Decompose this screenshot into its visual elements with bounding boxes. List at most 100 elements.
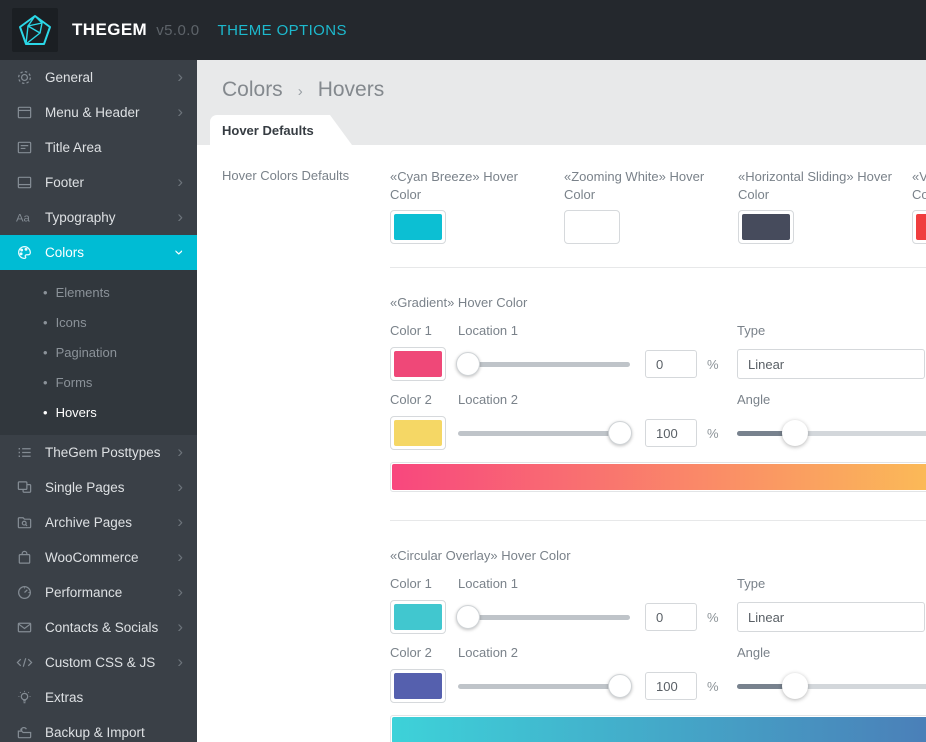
gradient-color1-swatch[interactable] [390, 347, 446, 381]
sidebar-item-label: Colors [45, 245, 85, 260]
sidebar-item-archive-pages[interactable]: Archive Pages › [0, 505, 197, 540]
sidebar-item-general[interactable]: General › [0, 60, 197, 95]
sidebar-subitem-forms[interactable]: • Forms [0, 367, 197, 397]
circular-overlay-section: «Circular Overlay» Hover Color Color 1 L… [390, 548, 926, 742]
sidebar-item-label: Contacts & Socials [45, 620, 159, 635]
sidebar-item-label: Typography [45, 210, 116, 225]
sidebar-item-thegem-posttypes[interactable]: TheGem Posttypes › [0, 435, 197, 470]
color-swatch-zooming-white[interactable] [564, 210, 620, 244]
bullet-icon: • [43, 404, 48, 420]
percent-sign: % [707, 678, 719, 694]
slider-handle[interactable] [608, 421, 632, 445]
list-icon [15, 443, 34, 462]
circular-type-select[interactable]: Linear [737, 602, 925, 632]
theme-options-link[interactable]: THEME OPTIONS [218, 22, 347, 39]
chevron-right-icon: › [177, 102, 183, 121]
tab-bar: Hover Defaults [197, 115, 926, 145]
shopping-bag-icon [15, 548, 34, 567]
location2-slider[interactable] [458, 672, 632, 700]
section-title: «Gradient» Hover Color [390, 295, 528, 310]
sidebar-item-single-pages[interactable]: Single Pages › [0, 470, 197, 505]
sidebar-item-typography[interactable]: Aa Typography › [0, 200, 197, 235]
gradient-preview [390, 462, 926, 492]
color1-label: Color 1 [390, 576, 432, 591]
circular-color2-swatch[interactable] [390, 669, 446, 703]
circular-gradient-preview [390, 715, 926, 742]
angle-slider[interactable] [737, 419, 926, 447]
slider-handle[interactable] [608, 674, 632, 698]
color-swatch-horizontal-sliding[interactable] [738, 210, 794, 244]
gradient-color2-swatch[interactable] [390, 416, 446, 450]
brand: THEGEM v5.0.0 [72, 20, 200, 40]
slider-handle[interactable] [456, 352, 480, 376]
sidebar-item-extras[interactable]: Extras [0, 680, 197, 715]
sidebar-item-label: Performance [45, 585, 123, 600]
sidebar-subitem-icons[interactable]: • Icons [0, 307, 197, 337]
hover-defaults-row: Hover Colors Defaults «Cyan Breeze» Hove… [197, 168, 926, 244]
chevron-down-icon: › [170, 249, 190, 256]
gradient-type-select[interactable]: Linear [737, 349, 925, 379]
typography-icon: Aa [15, 208, 34, 227]
sidebar-item-label: Archive Pages [45, 515, 133, 530]
sidebar-item-contacts-socials[interactable]: Contacts & Socials › [0, 610, 197, 645]
sidebar-item-label: Title Area [45, 140, 102, 155]
bullet-icon: • [43, 374, 48, 390]
breadcrumb: Colors › Hovers [222, 78, 926, 102]
slider-handle[interactable] [781, 673, 808, 699]
brand-version: v5.0.0 [156, 22, 200, 39]
location1-input[interactable] [645, 350, 697, 378]
percent-sign: % [707, 609, 719, 625]
sidebar-subitem-hovers[interactable]: • Hovers [0, 397, 197, 427]
location1-slider[interactable] [456, 603, 630, 631]
circular-color1-swatch[interactable] [390, 600, 446, 634]
color2-label: Color 2 [390, 392, 432, 407]
gem-icon [19, 15, 51, 45]
location2-input[interactable] [645, 672, 697, 700]
chevron-right-icon: › [177, 207, 183, 226]
sidebar-item-label: Footer [45, 175, 85, 190]
bullet-icon: • [43, 284, 48, 300]
sidebar-item-woocommerce[interactable]: WooCommerce › [0, 540, 197, 575]
subitem-label: Icons [55, 314, 87, 330]
sidebar-subitem-pagination[interactable]: • Pagination [0, 337, 197, 367]
field-label: «Vertical Sliding» Hover Color [912, 169, 926, 202]
envelope-icon [15, 618, 34, 637]
sidebar-item-backup-import[interactable]: Backup & Import [0, 715, 197, 742]
footer-icon [15, 173, 34, 192]
sidebar-item-label: TheGem Posttypes [45, 445, 161, 460]
color-swatch-vertical-sliding[interactable] [912, 210, 926, 244]
sidebar-item-performance[interactable]: Performance › [0, 575, 197, 610]
svg-text:Aa: Aa [16, 212, 31, 224]
slider-handle[interactable] [781, 420, 808, 446]
location2-label: Location 2 [458, 645, 518, 660]
sidebar-item-title-area[interactable]: Title Area [0, 130, 197, 165]
percent-sign: % [707, 356, 719, 372]
location2-label: Location 2 [458, 392, 518, 407]
location2-input[interactable] [645, 419, 697, 447]
location1-input[interactable] [645, 603, 697, 631]
color2-label: Color 2 [390, 645, 432, 660]
breadcrumb-current: Hovers [317, 78, 385, 101]
chevron-right-icon: › [177, 67, 183, 86]
slider-handle[interactable] [456, 605, 480, 629]
sidebar-item-menu-header[interactable]: Menu & Header › [0, 95, 197, 130]
field-label: «Horizontal Sliding» Hover Color [738, 169, 892, 202]
subitem-label: Elements [55, 284, 110, 300]
sidebar-subitem-elements[interactable]: • Elements [0, 277, 197, 307]
document-icon [15, 138, 34, 157]
angle-label: Angle [737, 645, 771, 660]
breadcrumb-parent[interactable]: Colors [222, 78, 283, 102]
location2-slider[interactable] [458, 419, 632, 447]
type-label: Type [737, 323, 766, 338]
content-header: Colors › Hovers [197, 60, 926, 115]
chevron-right-icon: › [177, 442, 183, 461]
color-swatch-cyan-breeze[interactable] [390, 210, 446, 244]
gauge-icon [15, 583, 34, 602]
tab-hover-defaults[interactable]: Hover Defaults [210, 115, 352, 145]
angle-slider[interactable] [737, 672, 926, 700]
brand-name: THEGEM [72, 20, 148, 39]
sidebar-item-footer[interactable]: Footer › [0, 165, 197, 200]
location1-slider[interactable] [456, 350, 630, 378]
sidebar-item-custom-css-js[interactable]: Custom CSS & JS › [0, 645, 197, 680]
sidebar-item-colors[interactable]: Colors › [0, 235, 197, 270]
